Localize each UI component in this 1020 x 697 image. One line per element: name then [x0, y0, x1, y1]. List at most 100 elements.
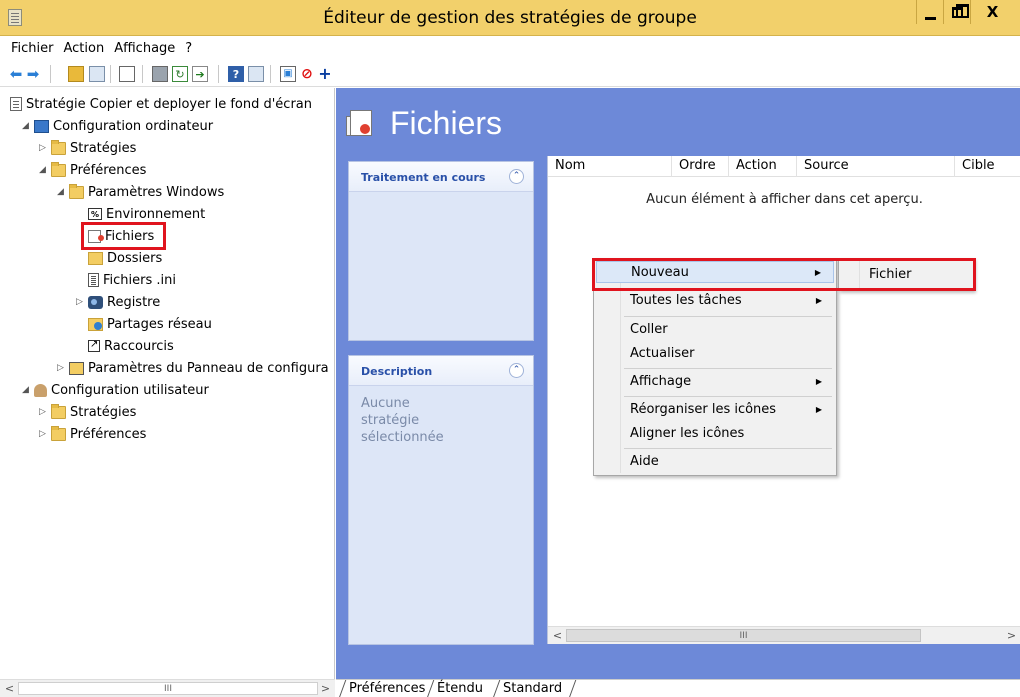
list-horizontal-scrollbar[interactable]: < III > — [548, 626, 1020, 644]
processing-panel-header[interactable]: Traitement en cours ⌃ — [349, 162, 533, 192]
tree-item-windows-settings[interactable]: ◢ Paramètres Windows — [55, 181, 224, 203]
menu-view[interactable]: Affichage — [114, 41, 175, 56]
menu-item-label: Affichage — [630, 374, 692, 389]
tree-item-computer-preferences[interactable]: ◢ Préférences — [37, 159, 146, 181]
expanded-arrow-icon[interactable]: ◢ — [37, 165, 48, 175]
tree-item-label: Environnement — [106, 206, 206, 222]
processing-panel-title: Traitement en cours — [361, 171, 486, 184]
tree-item-user-preferences[interactable]: ▷ Préférences — [37, 423, 146, 445]
tree-item-label: Configuration ordinateur — [53, 118, 214, 134]
column-target[interactable]: Cible — [955, 156, 1020, 177]
menu-item-refresh[interactable]: Actualiser — [596, 343, 834, 365]
tree-item-user-policies[interactable]: ▷ Stratégies — [37, 401, 136, 423]
show-hide-tree-icon[interactable] — [89, 66, 105, 82]
tree-item-label: Configuration utilisateur — [51, 382, 209, 398]
scroll-right-icon[interactable]: > — [317, 681, 334, 697]
menu-help[interactable]: ? — [185, 41, 192, 56]
ini-file-icon — [88, 273, 99, 287]
tree-item-label: Partages réseau — [107, 316, 212, 332]
processing-panel: Traitement en cours ⌃ — [348, 161, 534, 341]
network-share-icon — [88, 317, 103, 331]
toolbar-separator — [270, 65, 271, 83]
tree-item-root[interactable]: Stratégie Copier et deployer le fond d'é… — [10, 93, 312, 115]
properties-icon[interactable]: ▣ — [280, 66, 296, 82]
close-icon: X — [986, 3, 999, 21]
restore-button[interactable] — [943, 0, 970, 24]
expanded-arrow-icon[interactable]: ◢ — [55, 187, 66, 197]
scrollbar-thumb[interactable]: III — [566, 629, 921, 642]
menu-item-paste[interactable]: Coller — [596, 319, 834, 341]
add-icon[interactable]: + — [317, 66, 333, 82]
collapsed-arrow-icon[interactable]: ▷ — [37, 429, 48, 439]
back-arrow-icon[interactable]: ⬅ — [8, 66, 24, 82]
tree-item-network-shares[interactable]: Partages réseau — [88, 313, 212, 335]
scroll-left-icon[interactable]: < — [549, 628, 566, 644]
menu-item-arrange-icons[interactable]: Réorganiser les icônes ▶ — [596, 399, 834, 421]
tree-item-folders[interactable]: Dossiers — [88, 247, 162, 269]
minimize-button[interactable] — [916, 0, 943, 24]
tree-item-label: Raccourcis — [104, 338, 174, 354]
column-source[interactable]: Source — [797, 156, 955, 177]
scrollbar-thumb[interactable]: III — [18, 682, 318, 695]
folder-icon — [51, 425, 66, 441]
copy-icon[interactable] — [119, 66, 135, 82]
expanded-arrow-icon[interactable]: ◢ — [20, 385, 31, 395]
menu-file[interactable]: Fichier — [11, 41, 54, 56]
toolbar-separator — [142, 65, 143, 83]
menu-item-all-tasks[interactable]: Toutes les tâches ▶ — [596, 290, 834, 312]
empty-list-message: Aucun élément à afficher dans cet aperçu… — [646, 192, 923, 207]
pane-header: Fichiers — [346, 98, 502, 148]
tree-item-computer-config[interactable]: ◢ Configuration ordinateur — [20, 115, 213, 137]
scroll-left-icon[interactable]: < — [1, 681, 18, 697]
menu-item-help[interactable]: Aide — [596, 451, 834, 473]
column-order[interactable]: Ordre — [672, 156, 729, 177]
stop-processing-icon[interactable]: ⊘ — [299, 66, 315, 82]
restore-icon — [951, 3, 969, 18]
tree-item-label: Fichiers .ini — [103, 272, 176, 288]
column-name[interactable]: Nom — [548, 156, 672, 177]
tree-horizontal-scrollbar[interactable]: < III > — [0, 679, 335, 697]
tree-item-registry[interactable]: ▷ Registre — [74, 291, 160, 313]
tab-extended[interactable]: Étendu — [434, 681, 486, 697]
menu-item-label: Réorganiser les icônes — [630, 402, 777, 417]
files-large-icon — [346, 106, 380, 140]
tree-item-computer-policies[interactable]: ▷ Stratégies — [37, 137, 136, 159]
menu-item-label: Toutes les tâches — [630, 293, 742, 308]
collapse-chevron-icon[interactable]: ⌃ — [509, 363, 524, 378]
collapsed-arrow-icon[interactable]: ▷ — [55, 363, 66, 373]
menu-item-view[interactable]: Affichage ▶ — [596, 371, 834, 393]
menu-item-label: Aligner les icônes — [630, 426, 745, 441]
export-list-icon[interactable]: ➔ — [192, 66, 208, 82]
tree-item-shortcuts[interactable]: Raccourcis — [88, 335, 174, 357]
help-icon[interactable]: ? — [228, 66, 244, 82]
list-header: Nom Ordre Action Source Cible — [548, 156, 1020, 177]
tree-item-label: Registre — [107, 294, 161, 310]
submenu-arrow-icon: ▶ — [815, 405, 822, 414]
tree-item-control-panel[interactable]: ▷ Paramètres du Panneau de configura — [55, 357, 329, 379]
expanded-arrow-icon[interactable]: ◢ — [20, 121, 31, 131]
scroll-right-icon[interactable]: > — [1003, 628, 1020, 644]
view-tabs: Préférences Étendu Standard — [336, 679, 1020, 697]
tab-standard[interactable]: Standard — [500, 681, 565, 697]
tab-preferences[interactable]: Préférences — [346, 681, 428, 697]
description-panel-header[interactable]: Description ⌃ — [349, 356, 533, 386]
folder-icon — [51, 403, 66, 419]
tree-item-user-config[interactable]: ◢ Configuration utilisateur — [20, 379, 209, 401]
collapse-chevron-icon[interactable]: ⌃ — [509, 169, 524, 184]
tree-item-ini-files[interactable]: Fichiers .ini — [88, 269, 176, 291]
collapsed-arrow-icon[interactable]: ▷ — [74, 297, 85, 307]
menu-separator — [624, 448, 832, 449]
column-action[interactable]: Action — [729, 156, 797, 177]
collapsed-arrow-icon[interactable]: ▷ — [37, 407, 48, 417]
forward-arrow-icon[interactable]: ➡ — [25, 66, 41, 82]
print-icon[interactable] — [152, 66, 168, 82]
close-button[interactable]: X — [970, 0, 1014, 24]
menu-item-label: Coller — [630, 322, 668, 337]
collapsed-arrow-icon[interactable]: ▷ — [37, 143, 48, 153]
refresh-icon[interactable]: ↻ — [172, 66, 188, 82]
highlight-outline — [592, 258, 976, 291]
menu-action[interactable]: Action — [64, 41, 105, 56]
menu-item-line-up-icons[interactable]: Aligner les icônes — [596, 423, 834, 445]
up-folder-icon[interactable] — [68, 66, 84, 82]
show-hide-action-pane-icon[interactable] — [248, 66, 264, 82]
